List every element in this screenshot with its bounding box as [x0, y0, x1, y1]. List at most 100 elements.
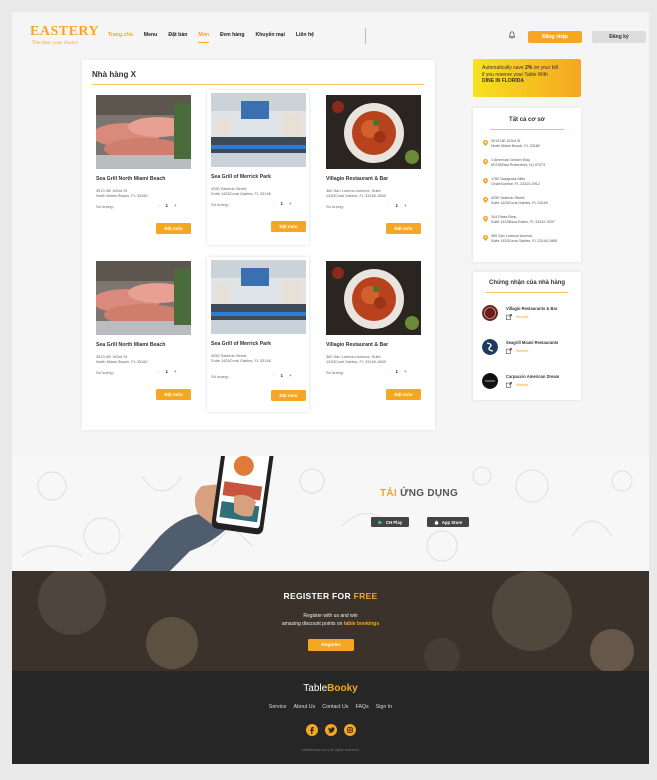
- restaurant-name[interactable]: Sea Grill of Merrick Park: [211, 174, 271, 180]
- location-line: 1760 Sawgrass Mills: [491, 177, 525, 181]
- plus-button[interactable]: +: [174, 369, 177, 374]
- seafood-photo: [96, 95, 191, 169]
- ch-play-button[interactable]: CH Play: [371, 517, 409, 527]
- location-line: Suite 1425Coral Gables, FL 33146: [491, 201, 548, 205]
- promo-highlight: DINE IN FLORIDA: [482, 78, 524, 84]
- minus-button[interactable]: -: [388, 203, 390, 208]
- apple-icon: [434, 519, 438, 525]
- divider: [486, 292, 568, 293]
- certification-item: Carpaccio American Dream Website: [482, 373, 578, 391]
- nav-booking[interactable]: Đặt bàn: [168, 32, 187, 43]
- nav-dishes[interactable]: Món: [198, 32, 210, 43]
- plus-button[interactable]: +: [404, 369, 407, 374]
- register-section: REGISTER FOR FREE Register with us and w…: [12, 571, 649, 671]
- instagram-icon[interactable]: [344, 724, 356, 736]
- order-button[interactable]: Đặt món: [386, 223, 421, 234]
- plus-button[interactable]: +: [174, 203, 177, 208]
- register-text: Register with us and win: [303, 613, 358, 619]
- divider: [490, 129, 564, 130]
- logo[interactable]: EASTERY: [30, 24, 99, 40]
- register-cta-button[interactable]: Register: [308, 639, 354, 651]
- quantity-label: Số lượng:: [326, 370, 344, 375]
- facebook-icon[interactable]: [306, 724, 318, 736]
- map-pin-icon: [483, 197, 488, 203]
- order-button[interactable]: Đặt món: [156, 389, 191, 400]
- restaurant-address: Suite 1425Coral Gables, FL 33146: [211, 191, 271, 196]
- minus-button[interactable]: -: [273, 201, 275, 206]
- restaurant-name[interactable]: Villagio Restaurant & Bar: [326, 176, 388, 182]
- logo-tagline: The best your choice: [32, 40, 78, 46]
- minus-button[interactable]: -: [273, 373, 275, 378]
- quantity-value: 1: [280, 373, 284, 378]
- ch-play-label: CH Play: [385, 519, 403, 525]
- login-button[interactable]: Đăng nhập: [528, 31, 582, 43]
- app-store-button[interactable]: App Store: [427, 517, 469, 527]
- location-line: 3913 NE 163rd St: [491, 139, 521, 143]
- promo-text: on your bill: [533, 65, 558, 71]
- restaurant-address: 1430Coral Gables, FL 33146-1865: [326, 359, 386, 364]
- plus-button[interactable]: +: [404, 203, 407, 208]
- nav-divider: [365, 28, 366, 44]
- order-button[interactable]: Đặt món: [271, 221, 306, 232]
- order-button[interactable]: Đặt món: [386, 389, 421, 400]
- footer-link-service[interactable]: Service: [269, 704, 287, 710]
- restaurant-name[interactable]: Sea Grill North Miami Beach: [96, 176, 165, 182]
- quantity-label: Số lượng:: [211, 202, 229, 207]
- footer-link-contact[interactable]: Contact Us: [322, 704, 348, 710]
- restaurant-card: Sea Grill North Miami Beach 3913 NE 163r…: [92, 92, 194, 247]
- promo-banner[interactable]: Automatically save 2% on your bill if yo…: [473, 59, 581, 97]
- minus-button[interactable]: -: [158, 203, 160, 208]
- restaurant-card: Villagio Restaurant & Bar 360 San Lorenz…: [322, 92, 424, 247]
- nav-menu[interactable]: Menu: [144, 32, 158, 43]
- seagrill-logo-icon: [482, 339, 498, 355]
- villagio-logo-icon: [482, 305, 498, 321]
- footer-brand[interactable]: TableBooky: [12, 683, 649, 694]
- quantity-stepper: -1 +: [388, 203, 407, 208]
- external-link-icon[interactable]: [506, 348, 512, 354]
- minus-button[interactable]: -: [158, 369, 160, 374]
- certifications-panel: Chứng nhận của nhà hàng Villagio Restaur…: [473, 272, 581, 400]
- quantity-stepper: -1 +: [273, 201, 292, 206]
- register-button[interactable]: Đăng ký: [592, 31, 646, 43]
- restaurant-name[interactable]: Villagio Restaurant & Bar: [326, 342, 388, 348]
- footer: TableBooky Service About Us Contact Us F…: [12, 671, 649, 764]
- bell-icon[interactable]: [508, 31, 516, 39]
- quantity-value: 1: [165, 369, 169, 374]
- restaurant-name[interactable]: Sea Grill North Miami Beach: [96, 342, 165, 348]
- quantity-label: Số lượng:: [326, 204, 344, 209]
- map-pin-icon: [483, 159, 488, 165]
- app-store-label: App Store: [441, 519, 463, 525]
- footer-brand-light: Table: [303, 683, 328, 694]
- promo-text: Automatically save: [482, 65, 524, 71]
- register-title: REGISTER FOR FREE: [12, 591, 649, 601]
- plus-button[interactable]: +: [289, 201, 292, 206]
- restaurant-card: Sea Grill of Merrick Park 4250 Salzedo S…: [207, 257, 309, 412]
- quantity-value: 1: [280, 201, 284, 206]
- restaurant-name[interactable]: Sea Grill of Merrick Park: [211, 341, 271, 347]
- footer-link-faqs[interactable]: FAQs: [355, 704, 368, 710]
- app-title-highlight: TẢI: [380, 488, 398, 499]
- order-button[interactable]: Đặt món: [156, 223, 191, 234]
- website-link[interactable]: Website: [516, 315, 529, 319]
- order-button[interactable]: Đặt món: [271, 390, 306, 401]
- nav-orders[interactable]: Đơn hàng: [220, 32, 244, 43]
- nav-promotions[interactable]: Khuyến mại: [255, 32, 284, 43]
- website-link[interactable]: Website: [516, 383, 529, 387]
- plus-button[interactable]: +: [289, 373, 292, 378]
- location-line: 344 Plaza Real,: [491, 215, 518, 219]
- website-link[interactable]: Website: [516, 349, 529, 353]
- twitter-icon[interactable]: [325, 724, 337, 736]
- restaurant-interior-photo: [211, 260, 306, 334]
- page: EASTERY The best your choice Trang chủ M…: [12, 12, 649, 764]
- minus-button[interactable]: -: [388, 369, 390, 374]
- footer-brand-bold: Booky: [327, 683, 358, 694]
- food-doodle-background: [12, 456, 649, 571]
- nav-home[interactable]: Trang chủ: [108, 32, 133, 43]
- location-line: Suite 1430Coral Gables, FL 33146-1865: [491, 239, 558, 243]
- footer-link-signin[interactable]: Sign In: [376, 704, 393, 710]
- app-download-section: TẢI ỨNG DỤNG CH Play App Store: [12, 456, 649, 571]
- external-link-icon[interactable]: [506, 314, 512, 320]
- external-link-icon[interactable]: [506, 382, 512, 388]
- nav-contact[interactable]: Liên hệ: [296, 32, 314, 43]
- footer-link-about[interactable]: About Us: [293, 704, 315, 710]
